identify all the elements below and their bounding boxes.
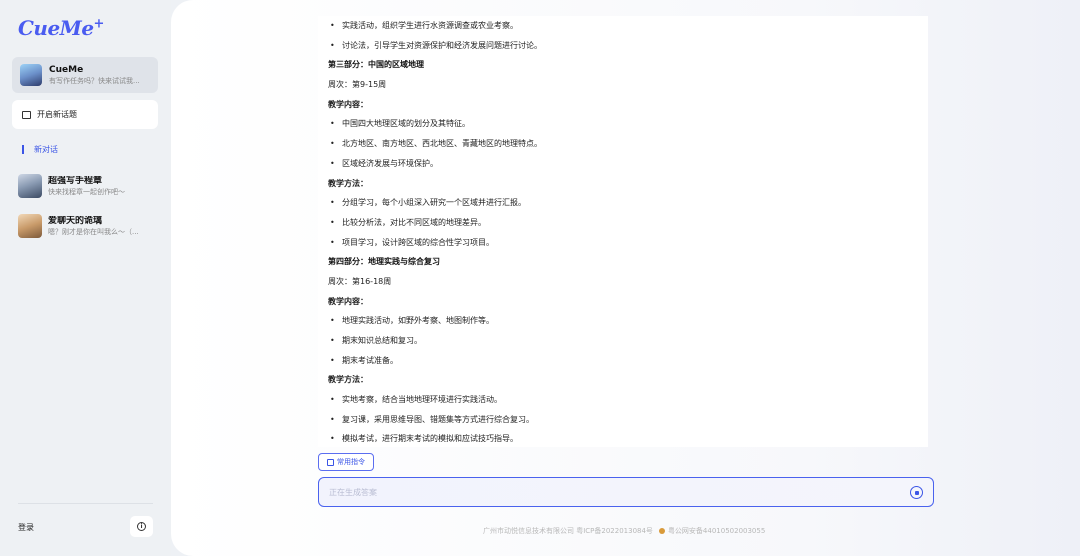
section-heading: 第四部分：地理实践与综合复习 xyxy=(328,257,440,267)
avatar xyxy=(18,174,42,198)
common-commands-label: 常用指令 xyxy=(337,458,365,466)
avatar xyxy=(18,214,42,238)
agent-name: 超强写手程章 xyxy=(48,175,103,186)
agent-subtitle: 嗯？刚才是你在叫我么～（... xyxy=(48,227,139,236)
bullet-item: 项目学习，设计跨区域的综合性学习项目。 xyxy=(328,233,918,253)
bullet-item: 期末考试准备。 xyxy=(328,351,918,371)
bullet-item: 复习课，采用思维导图、错题集等方式进行综合复习。 xyxy=(328,410,918,430)
answer-content: 实践活动，组织学生进行水资源调查或农业考察。讨论法，引导学生对资源保护和经济发展… xyxy=(318,16,928,447)
section-label: 教学方法： xyxy=(328,375,368,385)
common-commands-button[interactable]: 常用指令 xyxy=(318,453,374,471)
divider xyxy=(18,503,153,504)
text-line: 周次：第9-15周 xyxy=(328,80,387,90)
info-icon: i xyxy=(137,522,146,531)
new-topic-button[interactable]: 开启新话题 xyxy=(12,100,158,129)
bullet-item: 比较分析法，对比不同区域的地理差异。 xyxy=(328,213,918,233)
bullet-item: 中国四大地理区域的划分及其特征。 xyxy=(328,114,918,134)
cueme-logo[interactable]: CueMe+ xyxy=(18,16,104,40)
section-label: 教学方法： xyxy=(328,178,368,188)
active-indicator xyxy=(22,145,24,154)
active-bot-card[interactable]: CueMe 有写作任务吗？快来试试我... xyxy=(12,57,158,93)
bullet-item: 讨论法，引导学生对资源保护和经济发展问题进行讨论。 xyxy=(328,36,918,56)
police-badge-icon xyxy=(658,528,665,534)
login-link[interactable]: 登录 xyxy=(18,522,34,533)
sidebar: CueMe+ CueMe 有写作任务吗？快来试试我... 开启新话题 新对话 超… xyxy=(0,0,171,556)
bot-subtitle: 有写作任务吗？快来试试我... xyxy=(49,76,140,85)
avatar xyxy=(20,64,42,86)
icp-text[interactable]: 广州市动悦信息技术有限公司 粤ICP备2022013084号 xyxy=(483,527,653,535)
sidebar-item-new-chat[interactable]: 新对话 xyxy=(22,144,58,155)
chat-input[interactable] xyxy=(329,487,889,497)
info-button[interactable]: i xyxy=(130,516,153,537)
logo-text: CueMe xyxy=(18,16,94,40)
bullet-item: 地理实践活动，如野外考察、地图制作等。 xyxy=(328,311,918,331)
chat-plus-icon xyxy=(22,110,31,119)
bullet-item: 实地考察，结合当地地理环境进行实践活动。 xyxy=(328,390,918,410)
agent-item[interactable]: 爱聊天的诡璃 嗯？刚才是你在叫我么～（... xyxy=(18,213,158,239)
agent-name: 爱聊天的诡璃 xyxy=(48,215,103,226)
bullet-item: 区域经济发展与环境保护。 xyxy=(328,154,918,174)
section-label: 教学内容： xyxy=(328,296,368,306)
footer: 广州市动悦信息技术有限公司 粤ICP备2022013084号 粤公网安备44010… xyxy=(483,526,765,536)
new-topic-label: 开启新话题 xyxy=(37,110,77,119)
bullet-item: 模拟考试，进行期末考试的模拟和应试技巧指导。 xyxy=(328,429,918,447)
section-label: 教学内容： xyxy=(328,99,368,109)
stop-icon xyxy=(914,490,919,495)
bullet-item: 期末知识总结和复习。 xyxy=(328,331,918,351)
police-text[interactable]: 粤公网安备44010502003055 xyxy=(668,527,765,535)
bullet-item: 实践活动，组织学生进行水资源调查或农业考察。 xyxy=(328,16,918,36)
new-chat-label: 新对话 xyxy=(34,145,58,154)
stop-generation-button[interactable] xyxy=(910,486,923,499)
chat-input-box[interactable] xyxy=(318,477,934,507)
text-line: 周次：第16-18周 xyxy=(328,276,392,286)
bullet-item: 北方地区、南方地区、西北地区、青藏地区的地理特点。 xyxy=(328,134,918,154)
agent-item[interactable]: 超强写手程章 快来找程章一起创作吧～ xyxy=(18,173,158,199)
command-icon xyxy=(327,458,334,466)
section-heading: 第三部分：中国的区域地理 xyxy=(328,60,424,70)
agent-subtitle: 快来找程章一起创作吧～ xyxy=(48,187,125,196)
main-panel: 实践活动，组织学生进行水资源调查或农业考察。讨论法，引导学生对资源保护和经济发展… xyxy=(171,0,1080,556)
bullet-item: 分组学习，每个小组深入研究一个区域并进行汇报。 xyxy=(328,193,918,213)
bot-name: CueMe xyxy=(49,64,84,75)
logo-plus: + xyxy=(93,16,105,32)
